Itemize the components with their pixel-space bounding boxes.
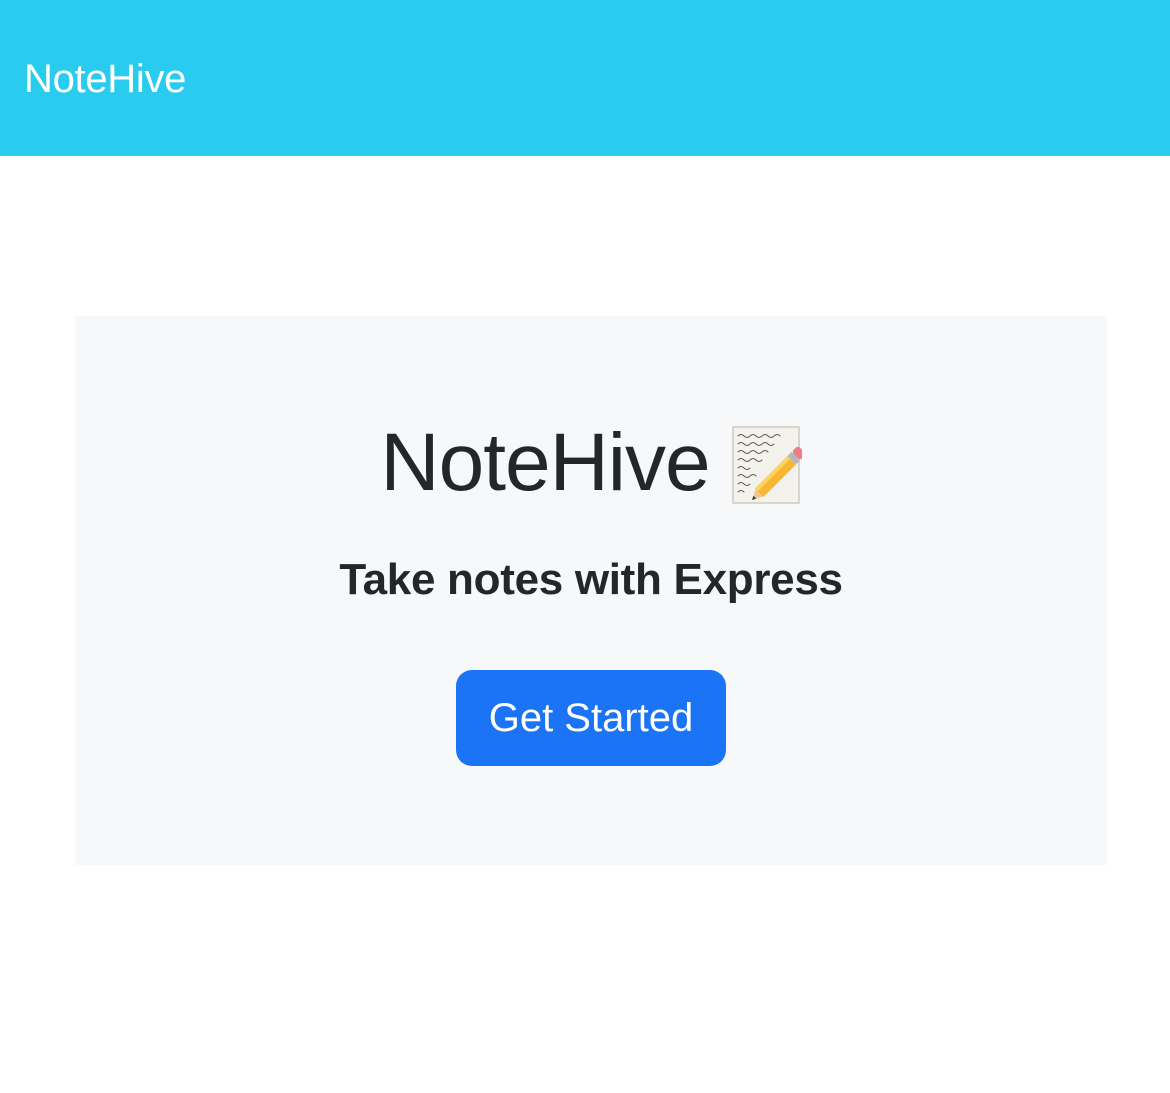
hero-title: NoteHive	[380, 417, 805, 508]
hero-jumbotron: NoteHive Take notes with Express Get Sta…	[75, 316, 1107, 865]
top-navbar: NoteHive	[0, 0, 1170, 156]
brand-link[interactable]: NoteHive	[24, 59, 186, 99]
hero-title-text: NoteHive	[380, 417, 710, 508]
hero-subtitle: Take notes with Express	[339, 555, 843, 604]
get-started-button[interactable]: Get Started	[456, 670, 726, 766]
memo-icon	[731, 426, 805, 504]
